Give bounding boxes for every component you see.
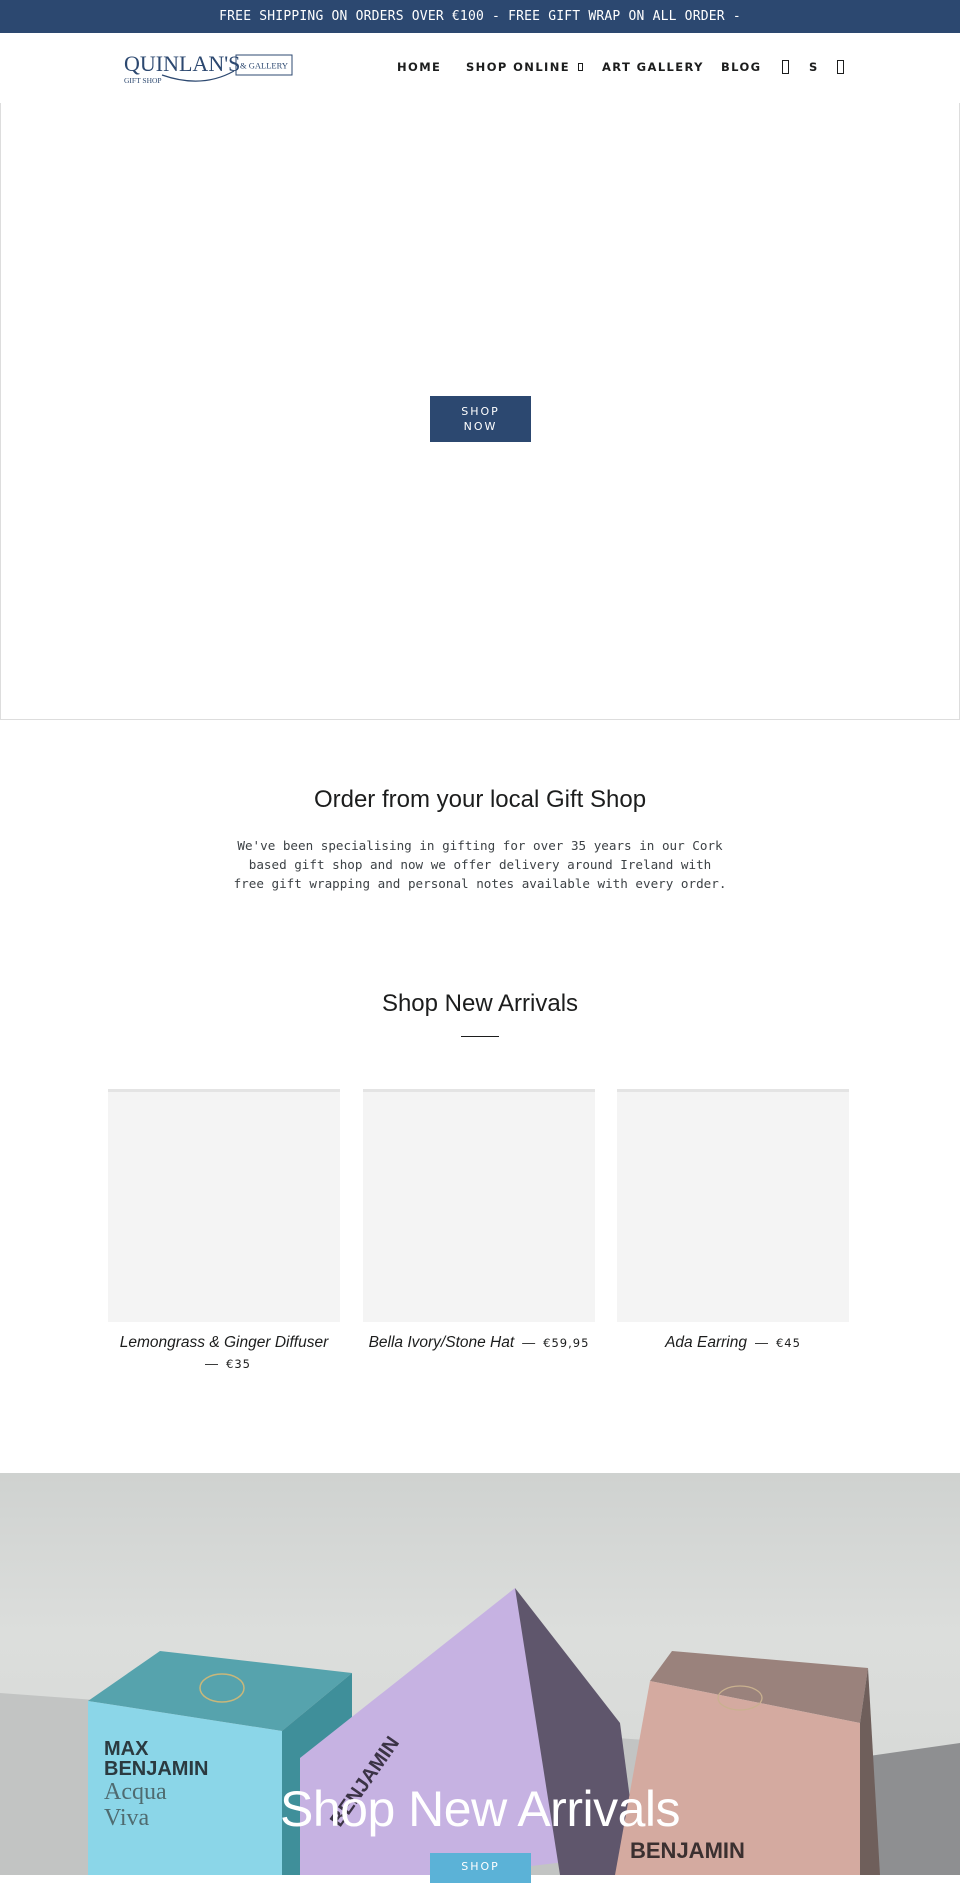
nav-shop-online[interactable]: SHOP ONLINE — [466, 60, 584, 74]
banner-title: Shop New Arrivals — [280, 1781, 681, 1837]
product-info: Ada Earring — €45 — [617, 1332, 849, 1354]
cart-icon — [837, 59, 844, 74]
product-name[interactable]: Bella Ivory/Stone Hat — [369, 1334, 515, 1351]
box-teal-label-1: MAX — [104, 1738, 149, 1760]
account-icon — [782, 59, 789, 74]
product-card[interactable]: Bella Ivory/Stone Hat — €59,95 — [363, 1089, 595, 1354]
price-separator: — — [205, 1356, 219, 1371]
product-price: €59,95 — [543, 1336, 590, 1350]
product-name[interactable]: Lemongrass & Ginger Diffuser — [120, 1334, 328, 1351]
logo-badge: & GALLERY — [240, 61, 288, 71]
product-card[interactable]: Ada Earring — €45 — [617, 1089, 849, 1354]
product-info: Bella Ivory/Stone Hat — €59,95 — [363, 1332, 595, 1354]
intro-title: Order from your local Gift Shop — [313, 786, 647, 813]
announcement-bar: FREE SHIPPING ON ORDERS OVER €100 - FREE… — [0, 0, 960, 33]
product-price: €35 — [226, 1357, 251, 1371]
box-pink-label: BENJAMIN — [630, 1838, 745, 1863]
nav-home[interactable]: HOME — [397, 60, 441, 74]
product-image[interactable] — [108, 1089, 340, 1322]
product-info: Lemongrass & Ginger Diffuser — €35 — [108, 1332, 340, 1375]
product-image[interactable] — [363, 1089, 595, 1322]
site-header: QUINLAN'S GIFT SHOP & GALLERY HOME SHOP … — [0, 33, 960, 103]
nav-art-gallery[interactable]: ART GALLERY — [602, 60, 704, 74]
search-button[interactable]: S — [809, 60, 819, 74]
nav-shop-online-label: SHOP ONLINE — [466, 60, 571, 74]
product-image[interactable] — [617, 1089, 849, 1322]
price-separator: — — [754, 1335, 768, 1350]
price-separator: — — [522, 1335, 536, 1350]
chevron-down-icon — [578, 62, 584, 71]
nav-blog[interactable]: BLOG — [721, 60, 762, 74]
account-button[interactable] — [782, 59, 789, 74]
arrivals-title: Shop New Arrivals — [381, 990, 579, 1017]
product-card[interactable]: Lemongrass & Ginger Diffuser — €35 — [108, 1089, 340, 1375]
shop-now-line1: SHOP — [461, 405, 500, 418]
product-price: €45 — [775, 1336, 801, 1350]
shop-now-line2: NOW — [463, 420, 498, 433]
product-name[interactable]: Ada Earring — [665, 1334, 747, 1351]
logo-tagline: GIFT SHOP — [124, 76, 162, 85]
shop-now-button[interactable]: SHOP NOW — [430, 396, 531, 442]
logo[interactable]: QUINLAN'S GIFT SHOP & GALLERY — [122, 51, 294, 87]
logo-brand-name: QUINLAN'S — [124, 51, 240, 76]
banner-shop-button[interactable]: SHOP — [430, 1853, 531, 1883]
intro-text: We've been specialising in gifting for o… — [233, 838, 727, 891]
section-divider — [461, 1036, 499, 1037]
box-teal-label-2: BENJAMIN — [104, 1758, 208, 1780]
cart-button[interactable] — [837, 59, 844, 74]
